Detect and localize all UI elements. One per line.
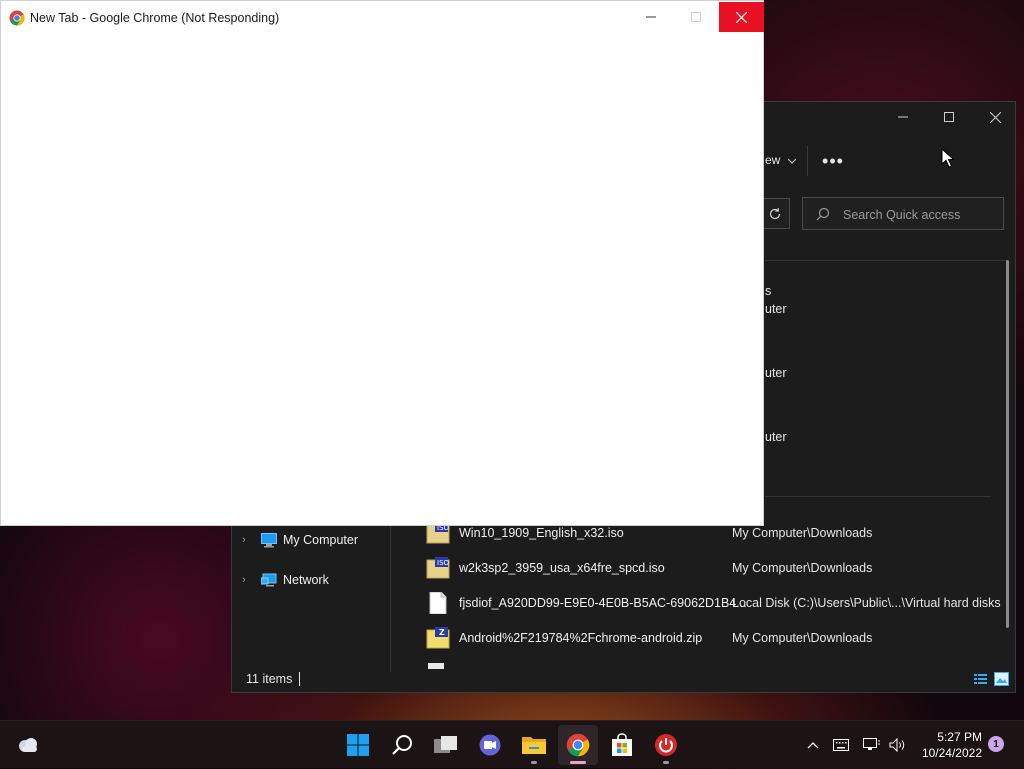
- power-app-button[interactable]: [646, 725, 686, 765]
- explorer-minimize-button[interactable]: [880, 102, 926, 132]
- nav-item-network[interactable]: › Network: [232, 567, 390, 593]
- file-row[interactable]: Z Android%2F219784%2Fchrome-android.zip …: [422, 623, 1012, 653]
- chrome-maximize-button[interactable]: [673, 2, 718, 32]
- close-icon: [736, 11, 747, 23]
- notification-badge[interactable]: 1: [988, 736, 1004, 752]
- task-view-button[interactable]: [426, 725, 466, 765]
- chevron-right-icon: ›: [242, 574, 246, 586]
- status-bar: 11 items: [232, 668, 1015, 692]
- minimize-icon: [898, 116, 908, 118]
- file-name: Android%2F219784%2Fchrome-android.zip: [459, 631, 703, 645]
- partial-item-text: uter: [765, 430, 787, 444]
- taskbar: 5:27 PM 10/24/2022: [0, 720, 1024, 768]
- maximize-icon: [944, 112, 954, 122]
- mouse-cursor-icon: [941, 148, 955, 168]
- chat-icon: [479, 734, 501, 756]
- power-app-icon: [655, 734, 677, 756]
- network-icon: [261, 573, 277, 587]
- search-box[interactable]: [802, 197, 1004, 230]
- file-name: w2k3sp2_3959_usa_x64fre_spcd.iso: [459, 561, 665, 575]
- more-options-button[interactable]: •••: [817, 150, 849, 172]
- taskbar-search-button[interactable]: [382, 725, 422, 765]
- speaker-icon: [889, 738, 905, 752]
- partial-item-text: s: [765, 284, 772, 298]
- show-hidden-icons-button[interactable]: [802, 721, 824, 769]
- chrome-content-area: [1, 33, 763, 525]
- maximize-icon: [690, 12, 701, 22]
- chrome-minimize-button[interactable]: [628, 2, 673, 32]
- details-view-icon[interactable]: [974, 673, 987, 686]
- search-input[interactable]: [841, 204, 1000, 226]
- start-icon: [347, 734, 369, 756]
- file-location: My Computer\Downloads: [732, 561, 873, 575]
- chrome-taskbar-button[interactable]: [558, 725, 598, 765]
- view-menu-button[interactable]: ew: [765, 153, 797, 167]
- section-divider: [765, 496, 991, 497]
- zip-file-icon: Z: [426, 627, 450, 649]
- file-explorer-taskbar-button[interactable]: [514, 725, 554, 765]
- toolbar-divider: [807, 146, 808, 176]
- store-button[interactable]: [602, 725, 642, 765]
- navigation-pane: › My Computer › Network: [232, 522, 391, 672]
- nav-item-my-computer[interactable]: › My Computer: [232, 527, 390, 553]
- search-icon: [392, 735, 412, 755]
- clock[interactable]: 5:27 PM 10/24/2022: [912, 729, 982, 761]
- running-indicator: [663, 761, 669, 764]
- chevron-up-icon: [807, 742, 819, 749]
- nav-item-label: My Computer: [283, 533, 359, 547]
- keyboard-icon: [833, 739, 849, 751]
- status-separator: [299, 672, 300, 686]
- explorer-close-button[interactable]: [972, 102, 1018, 132]
- refresh-icon: [769, 207, 780, 219]
- iso-file-icon: ISO: [426, 557, 450, 579]
- computer-icon: [261, 533, 277, 548]
- store-icon: [612, 733, 632, 756]
- chrome-icon: [566, 733, 590, 757]
- chat-button[interactable]: [470, 725, 510, 765]
- clock-time: 5:27 PM: [937, 730, 982, 744]
- blank-file-icon: [429, 592, 447, 614]
- chrome-close-button[interactable]: [719, 2, 764, 32]
- file-row[interactable]: fjsdiof_A920DD99-E9E0-4E0B-B5AC-69062D1B…: [422, 588, 1012, 618]
- minimize-icon: [645, 16, 656, 18]
- file-location: My Computer\Downloads: [732, 631, 873, 645]
- more-options-label: •••: [822, 150, 844, 171]
- partial-item-text: uter: [765, 366, 787, 380]
- item-count: 11 items: [246, 672, 293, 686]
- file-explorer-icon: [522, 737, 546, 754]
- task-view-icon: [434, 736, 457, 753]
- partial-item-text: uter: [765, 302, 787, 316]
- keyboard-button[interactable]: [830, 721, 852, 769]
- chrome-window[interactable]: New Tab - Google Chrome (Not Responding): [0, 0, 764, 526]
- svg-text:Z: Z: [439, 628, 445, 637]
- clock-date: 10/24/2022: [921, 746, 982, 760]
- running-indicator: [531, 761, 537, 764]
- start-button[interactable]: [338, 725, 378, 765]
- svg-text:ISO: ISO: [437, 559, 450, 567]
- file-location: Local Disk (C:)\Users\Public\...\Virtual…: [732, 596, 1001, 610]
- chevron-right-icon: ›: [242, 534, 246, 546]
- file-row[interactable]: ISO w2k3sp2_3959_usa_x64fre_spcd.iso My …: [422, 553, 1012, 583]
- chrome-logo-icon: [9, 10, 25, 26]
- chevron-down-icon: [787, 158, 797, 164]
- chrome-title-bar[interactable]: New Tab - Google Chrome (Not Responding): [1, 1, 764, 33]
- weather-cloud-icon: [19, 738, 37, 752]
- network-status-icon: [863, 738, 880, 750]
- file-name: fjsdiof_A920DD99-E9E0-4E0B-B5AC-69062D1B…: [459, 596, 747, 610]
- nav-item-label: Network: [283, 573, 329, 587]
- thumbnail-view-icon[interactable]: [994, 672, 1009, 686]
- file-location: My Computer\Downloads: [732, 526, 873, 540]
- search-icon: [816, 207, 830, 221]
- view-menu-label: ew: [765, 153, 781, 167]
- file-name: Win10_1909_English_x32.iso: [459, 526, 624, 540]
- chrome-window-title: New Tab - Google Chrome (Not Responding): [30, 11, 280, 25]
- header-divider: [765, 260, 1007, 261]
- weather-widget[interactable]: [10, 721, 46, 769]
- refresh-button[interactable]: [760, 198, 790, 229]
- explorer-maximize-button[interactable]: [926, 102, 972, 132]
- close-icon: [989, 111, 1001, 123]
- active-indicator: [570, 761, 586, 764]
- network-status-button[interactable]: [860, 721, 884, 769]
- volume-button[interactable]: [886, 721, 910, 769]
